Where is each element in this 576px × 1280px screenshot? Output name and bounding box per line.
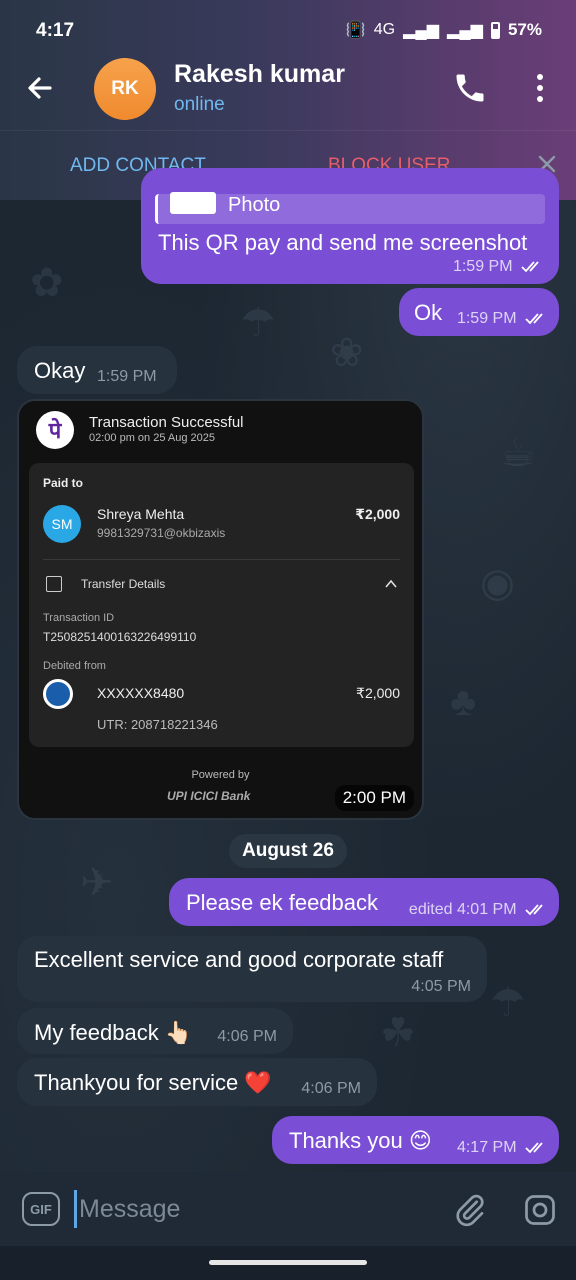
read-ticks-icon: [525, 1142, 543, 1154]
wallpaper-doodle: ❀: [330, 331, 364, 375]
paperclip-icon: [456, 1194, 484, 1227]
message-time: 4:06 PM: [301, 1080, 361, 1097]
wallpaper-doodle: ☕: [500, 431, 536, 475]
back-arrow-icon: [28, 77, 52, 99]
transfer-details-label: Transfer Details: [81, 577, 166, 591]
read-ticks-icon: [525, 313, 543, 325]
battery-icon: [490, 21, 500, 39]
message-time: 4:06 PM: [217, 1028, 277, 1045]
message-bubble-incoming[interactable]: My feedback 👆🏻 4:06 PM: [17, 1008, 293, 1054]
date-separator: August 26: [229, 834, 347, 868]
message-bubble-incoming[interactable]: Okay 1:59 PM: [17, 346, 177, 394]
more-options-button[interactable]: [526, 70, 554, 106]
divider: [43, 559, 400, 560]
message-bubble-outgoing[interactable]: Photo This QR pay and send me screenshot…: [141, 168, 559, 284]
contact-name[interactable]: Rakesh kumar: [174, 60, 345, 89]
message-time: 2:00 PM: [334, 785, 414, 811]
message-text: Okay: [34, 358, 86, 383]
status-bar: 4:17 📳 4G ▂▄▆ ▂▄▆ 57%: [0, 0, 576, 60]
time-text: 4:17 PM: [456, 1139, 517, 1156]
document-icon: [46, 576, 62, 592]
message-time: 4:05 PM: [411, 978, 471, 995]
paid-to-label: Paid to: [43, 476, 84, 490]
chevron-up-icon: [385, 579, 397, 588]
debited-from-label: Debited from: [43, 660, 106, 672]
time-text: 1:59 PM: [452, 258, 513, 275]
message-bubble-incoming[interactable]: Excellent service and good corporate sta…: [17, 936, 487, 1002]
transaction-id: T2508251400163226499110: [43, 630, 197, 644]
read-ticks-icon: [525, 904, 543, 916]
more-dot: [537, 85, 543, 91]
vibrate-icon: 📳: [345, 22, 366, 39]
time-text: 1:59 PM: [456, 310, 517, 327]
transaction-id-label: Transaction ID: [43, 612, 115, 624]
camera-icon: [525, 1195, 555, 1225]
utr-number: UTR: 208718221346: [97, 717, 218, 732]
read-ticks-icon: [521, 261, 539, 273]
message-time: 4:17 PM: [457, 1139, 549, 1157]
message-text: Please ek feedback: [186, 890, 379, 915]
back-button[interactable]: [22, 70, 58, 106]
more-dot: [537, 74, 543, 80]
reply-label: Photo: [228, 194, 281, 216]
status-time: 4:17: [36, 20, 75, 41]
wallpaper-doodle: ✿: [30, 261, 64, 305]
contact-status: online: [174, 94, 225, 115]
contact-avatar[interactable]: RK: [94, 58, 156, 120]
wallpaper-doodle: ◉: [480, 561, 515, 605]
message-time: 1:59 PM: [453, 258, 545, 276]
payment-screenshot-image[interactable]: पे Transaction Successful 02:00 pm on 25…: [17, 399, 424, 820]
debit-amount: ₹2,000: [356, 685, 400, 701]
message-text: Excellent service and good corporate sta…: [34, 947, 444, 972]
payee-upi-id: 9981329731@okbizaxis: [97, 526, 226, 540]
wallpaper-doodle: ✈: [80, 861, 114, 905]
phonepe-logo: पे: [36, 411, 74, 449]
home-indicator[interactable]: [209, 1260, 367, 1265]
status-icons: 📳 4G ▂▄▆ ▂▄▆ 57%: [346, 20, 542, 40]
payment-datetime: 02:00 pm on 25 Aug 2025: [89, 432, 215, 444]
gif-button[interactable]: GIF: [22, 1192, 60, 1226]
bank-logo-icon: [43, 679, 73, 709]
message-text: Thankyou for service ❤️: [34, 1070, 272, 1095]
network-type: 4G: [373, 21, 396, 38]
wallpaper-doodle: ☂: [240, 301, 276, 345]
message-time: 1:59 PM: [457, 310, 549, 328]
powered-by-label: Powered by: [191, 769, 250, 781]
message-bubble-outgoing[interactable]: Please ek feedback edited 4:01 PM: [169, 878, 559, 926]
message-text: My feedback 👆🏻: [34, 1020, 193, 1045]
payee-name: Shreya Mehta: [97, 506, 185, 522]
time-text: edited 4:01 PM: [408, 901, 517, 918]
more-dot: [537, 96, 543, 102]
wallpaper-doodle: ☂: [490, 981, 526, 1025]
message-text: This QR pay and send me screenshot: [158, 230, 528, 255]
payee-avatar: SM: [43, 505, 81, 543]
payment-amount: ₹2,000: [355, 506, 400, 522]
message-text: Ok: [414, 300, 443, 325]
message-input-bar: GIF: [0, 1172, 576, 1246]
message-time: 1:59 PM: [97, 368, 157, 385]
camera-button[interactable]: [522, 1192, 558, 1228]
message-time: edited 4:01 PM: [409, 901, 549, 919]
signal-icon: ▂▄▆: [403, 22, 440, 39]
message-bubble-incoming[interactable]: Thankyou for service ❤️ 4:06 PM: [17, 1058, 377, 1106]
navigation-bar: [0, 1246, 576, 1280]
wallpaper-doodle: ♣: [450, 680, 477, 724]
qr-thumbnail: [170, 192, 216, 214]
message-bubble-outgoing[interactable]: Ok 1:59 PM: [399, 288, 559, 336]
message-bubble-outgoing[interactable]: Thanks you 😊 4:17 PM: [272, 1116, 559, 1164]
message-text: Thanks you 😊: [289, 1128, 432, 1153]
message-input[interactable]: [74, 1190, 434, 1228]
call-button[interactable]: [452, 70, 488, 106]
attach-button[interactable]: [452, 1192, 488, 1228]
account-number: XXXXXX8480: [97, 685, 185, 701]
reply-preview[interactable]: Photo: [155, 192, 545, 224]
payment-details-panel: Paid to SM Shreya Mehta 9981329731@okbiz…: [29, 463, 414, 747]
upi-icici-logo: UPI ICICI Bank: [167, 789, 251, 803]
signal-icon-2: ▂▄▆: [447, 22, 483, 39]
wallpaper-doodle: ☘: [380, 1011, 416, 1055]
phone-icon: [456, 74, 484, 102]
payment-title: Transaction Successful: [89, 414, 244, 431]
battery-percent: 57%: [507, 20, 542, 39]
